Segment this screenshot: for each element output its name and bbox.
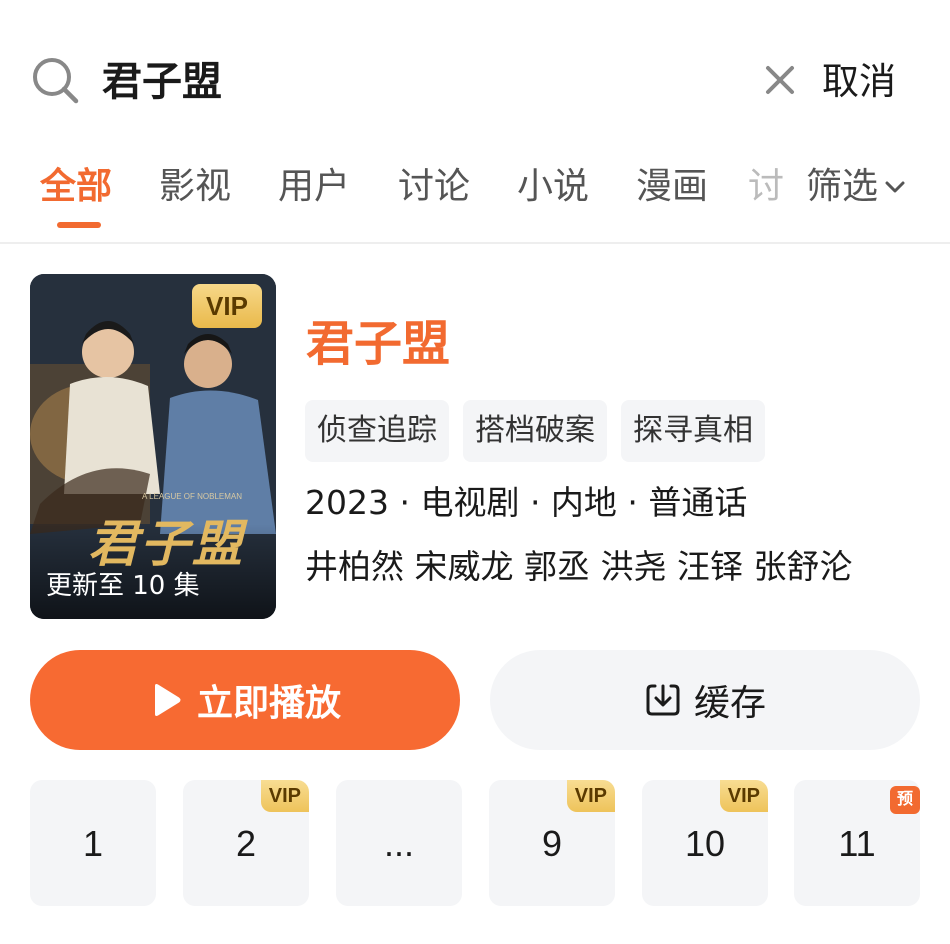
episode-item[interactable]: VIP 10 xyxy=(642,780,768,906)
tab-users[interactable]: 用户 xyxy=(278,162,350,212)
tag[interactable]: 搭档破案 xyxy=(463,400,607,462)
poster-subtitle-art: A LEAGUE OF NOBLEMAN xyxy=(142,492,243,501)
episode-more[interactable]: ... xyxy=(336,780,462,906)
episode-list: 1 VIP 2 ... VIP 9 VIP 10 预 11 xyxy=(30,780,920,906)
divider xyxy=(0,242,950,244)
tag[interactable]: 探寻真相 xyxy=(621,400,765,462)
show-meta: 2023 · 电视剧 · 内地 · 普通话 xyxy=(305,483,748,522)
tab-comics[interactable]: 漫画 xyxy=(636,162,708,212)
show-title[interactable]: 君子盟 xyxy=(306,312,450,376)
play-label: 立即播放 xyxy=(196,683,341,724)
filter-label: 筛选 xyxy=(806,166,879,207)
download-label: 缓存 xyxy=(693,683,766,724)
download-button[interactable]: 缓存 xyxy=(490,650,920,750)
episode-vip-badge: VIP xyxy=(566,780,615,812)
tab-overflow[interactable]: 讨 xyxy=(748,162,784,212)
episode-number: 9 xyxy=(541,823,563,864)
tab-all[interactable]: 全部 xyxy=(40,162,112,212)
episode-number: 11 xyxy=(838,823,876,864)
episode-preview-badge: 预 xyxy=(890,786,920,814)
poster-title-art: 君子盟 xyxy=(88,514,244,573)
episode-number: 10 xyxy=(684,823,726,864)
search-input[interactable] xyxy=(102,52,702,112)
tab-novels[interactable]: 小说 xyxy=(517,162,589,212)
tag[interactable]: 侦查追踪 xyxy=(305,400,449,462)
close-icon[interactable] xyxy=(762,62,798,98)
episode-number: 2 xyxy=(235,823,257,864)
episode-number: 1 xyxy=(82,823,104,864)
episode-item[interactable]: 预 11 xyxy=(794,780,920,906)
show-cast: 井柏然 宋威龙 郭丞 洪尧 汪铎 张舒沦 xyxy=(305,547,853,586)
tab-film-tv[interactable]: 影视 xyxy=(159,162,231,212)
episode-item[interactable]: VIP 9 xyxy=(489,780,615,906)
category-tabs: 全部 影视 用户 讨论 小说 漫画 讨 筛选 xyxy=(0,150,950,242)
tag-list: 侦查追踪 搭档破案 探寻真相 xyxy=(305,400,765,462)
tab-discussion[interactable]: 讨论 xyxy=(398,162,470,212)
show-poster[interactable]: VIP A LEAGUE OF NOBLEMAN 君子盟 更新至 10 集 xyxy=(30,274,276,619)
filter-button[interactable]: 筛选 xyxy=(806,162,908,212)
episode-vip-badge: VIP xyxy=(719,780,768,812)
download-icon xyxy=(646,684,680,716)
episode-item[interactable]: VIP 2 xyxy=(183,780,309,906)
cancel-button[interactable]: 取消 xyxy=(822,54,896,110)
update-status: 更新至 10 集 xyxy=(46,571,200,601)
active-tab-indicator xyxy=(57,222,101,228)
play-icon xyxy=(154,684,181,716)
play-button[interactable]: 立即播放 xyxy=(30,650,460,750)
vip-badge: VIP xyxy=(192,284,262,328)
episode-vip-badge: VIP xyxy=(260,780,309,812)
search-icon xyxy=(33,58,79,104)
chevron-down-icon xyxy=(885,181,905,193)
search-bar: 取消 xyxy=(0,0,950,160)
episode-number: ... xyxy=(383,823,414,864)
episode-item[interactable]: 1 xyxy=(30,780,156,906)
